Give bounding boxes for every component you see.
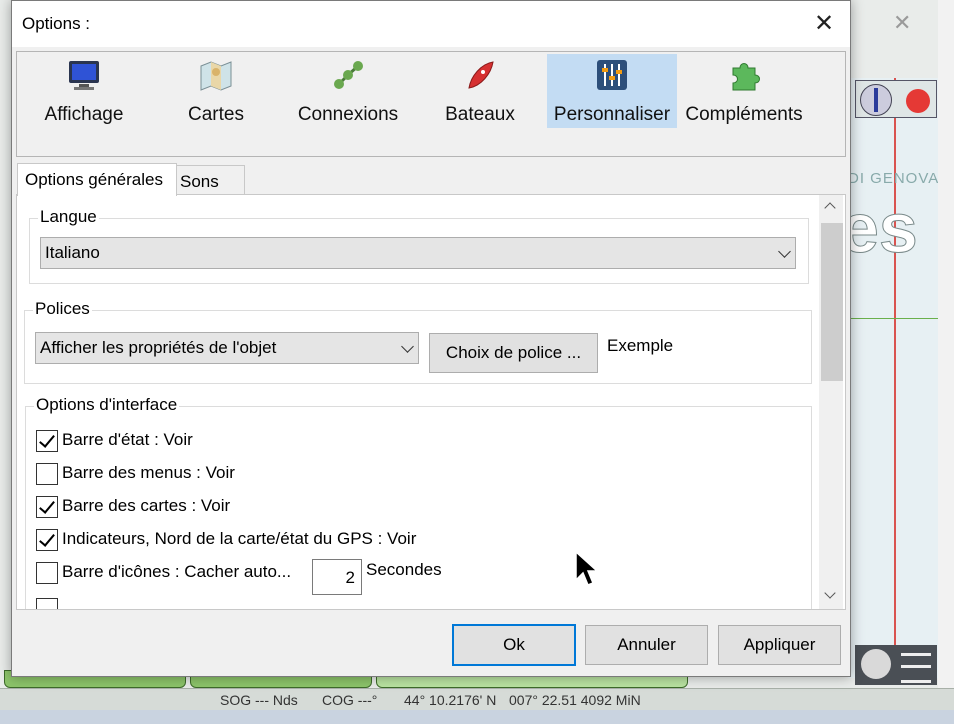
checkbox[interactable] bbox=[36, 529, 58, 551]
checkbox[interactable] bbox=[36, 463, 58, 485]
seconds-label: Secondes bbox=[366, 560, 442, 579]
language-select-value: Italiano bbox=[45, 243, 100, 262]
category-toolbar: Affichage Cartes Connexions Bateaux Pers… bbox=[16, 51, 846, 157]
choose-font-button[interactable]: Choix de police ... bbox=[429, 333, 598, 373]
tab-options-generales[interactable]: Options générales bbox=[17, 163, 177, 196]
options-dialog: Options : ✕ Affichage Cartes Connexions … bbox=[11, 0, 851, 677]
polices-group-title: Polices bbox=[33, 299, 92, 319]
tab-label: Options générales bbox=[25, 170, 163, 189]
interface-group: Options d'interface Barre d'état : Voir … bbox=[25, 395, 812, 609]
apply-button[interactable]: Appliquer bbox=[718, 625, 841, 665]
font-target-select[interactable]: Afficher les propriétés de l'objet bbox=[35, 332, 419, 364]
status-sog: SOG --- Nds bbox=[220, 692, 298, 708]
checkbox[interactable] bbox=[36, 562, 58, 584]
background-edge bbox=[938, 0, 954, 724]
category-bateaux[interactable]: Bateaux bbox=[415, 54, 545, 128]
category-complements[interactable]: Compléments bbox=[679, 54, 809, 128]
checkbox[interactable] bbox=[36, 496, 58, 518]
category-personnaliser[interactable]: Personnaliser bbox=[547, 54, 677, 128]
category-label: Connexions bbox=[297, 104, 399, 125]
scroll-up-icon[interactable] bbox=[824, 202, 836, 214]
boat-icon bbox=[468, 61, 494, 89]
monitor-icon bbox=[69, 61, 99, 90]
map-icon bbox=[200, 61, 232, 91]
scroll-thumb[interactable] bbox=[821, 223, 843, 381]
chevron-down-icon bbox=[401, 340, 414, 353]
chevron-down-icon bbox=[778, 245, 791, 258]
font-target-select-value: Afficher les propriétés de l'objet bbox=[40, 338, 277, 357]
category-affichage[interactable]: Affichage bbox=[19, 54, 149, 128]
checkbox[interactable] bbox=[36, 430, 58, 452]
ok-button[interactable]: Ok bbox=[452, 624, 576, 666]
boat-icon[interactable] bbox=[861, 649, 891, 679]
polices-group: Polices Afficher les propriétés de l'obj… bbox=[24, 299, 812, 384]
dialog-titlebar[interactable]: Options : ✕ bbox=[12, 1, 850, 47]
puzzle-icon bbox=[732, 63, 760, 91]
menu-icon[interactable] bbox=[901, 653, 931, 683]
langue-group: Langue Italiano bbox=[29, 207, 809, 284]
background-close-icon[interactable]: ✕ bbox=[893, 10, 911, 36]
checkbox-label: Barre d'état : Voir bbox=[62, 430, 193, 449]
font-sample: Exemple bbox=[607, 336, 674, 355]
map-large-label: es bbox=[848, 189, 918, 268]
chart-map-area[interactable]: DI GENOVA es bbox=[848, 78, 940, 678]
scroll-down-icon[interactable] bbox=[824, 587, 836, 599]
checkbox-label: Barre des cartes : Voir bbox=[62, 496, 231, 515]
gps-indicators[interactable] bbox=[855, 80, 937, 118]
dialog-title: Options : bbox=[22, 14, 91, 33]
autohide-seconds-input[interactable]: 2 bbox=[312, 559, 362, 595]
tab-sons[interactable]: Sons bbox=[175, 165, 245, 196]
tab-label: Sons bbox=[180, 172, 219, 191]
map-label: DI GENOVA bbox=[848, 170, 940, 187]
checkbox[interactable] bbox=[36, 598, 58, 609]
category-label: Personnaliser bbox=[553, 104, 671, 125]
language-select[interactable]: Italiano bbox=[40, 237, 796, 269]
gps-status-icon bbox=[906, 89, 930, 113]
options-content: Langue Italiano Polices Afficher les pro… bbox=[16, 194, 846, 610]
connections-icon bbox=[334, 61, 363, 89]
status-lon: 007° 22.51 4092 MiN bbox=[509, 692, 641, 708]
category-connexions[interactable]: Connexions bbox=[283, 54, 413, 128]
route-line bbox=[894, 78, 896, 678]
status-lat: 44° 10.2176' N bbox=[404, 692, 497, 708]
category-label: Compléments bbox=[685, 104, 803, 125]
taskbar bbox=[0, 710, 954, 724]
checkbox-label: Barre des menus : Voir bbox=[62, 463, 235, 482]
langue-group-title: Langue bbox=[38, 207, 99, 227]
close-button[interactable]: ✕ bbox=[804, 9, 844, 39]
category-label: Affichage bbox=[44, 104, 124, 125]
compass-icon bbox=[860, 84, 892, 116]
category-label: Cartes bbox=[188, 104, 244, 125]
status-bar: SOG --- Nds COG ---° 44° 10.2176' N 007°… bbox=[0, 688, 954, 711]
autohide-seconds-value: 2 bbox=[345, 568, 355, 587]
close-icon: ✕ bbox=[813, 10, 835, 37]
sliders-icon bbox=[597, 60, 627, 90]
checkbox-label: Barre d'icônes : Cacher auto... bbox=[62, 562, 292, 581]
mouse-cursor-icon bbox=[575, 550, 598, 586]
map-grid-line bbox=[848, 318, 940, 319]
checkbox-label: Indicateurs, Nord de la carte/état du GP… bbox=[62, 529, 417, 548]
cancel-button[interactable]: Annuler bbox=[585, 625, 708, 665]
category-cartes[interactable]: Cartes bbox=[151, 54, 281, 128]
status-cog: COG ---° bbox=[322, 692, 378, 708]
content-scrollbar[interactable] bbox=[819, 195, 843, 609]
interface-group-title: Options d'interface bbox=[34, 395, 180, 415]
map-toolbar[interactable] bbox=[855, 645, 937, 685]
category-label: Bateaux bbox=[445, 104, 515, 125]
